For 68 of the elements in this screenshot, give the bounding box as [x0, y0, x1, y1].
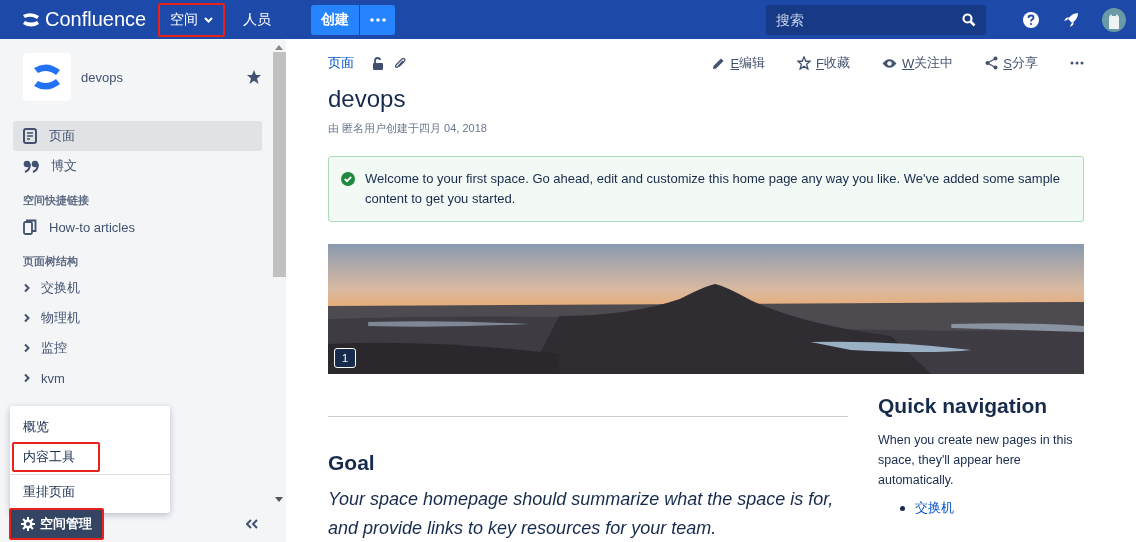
eye-icon: [882, 57, 898, 69]
chevron-icon[interactable]: [23, 313, 31, 323]
search-field[interactable]: 搜索: [766, 4, 986, 35]
page-icon: [23, 128, 37, 144]
tree-label[interactable]: 物理机: [41, 309, 80, 327]
menu-item[interactable]: 概览: [12, 412, 168, 442]
check-icon: [341, 172, 355, 186]
space-logo[interactable]: [23, 53, 71, 101]
logo-icon: [32, 62, 62, 92]
paperclip-icon[interactable]: [394, 56, 406, 70]
gear-icon: [21, 517, 35, 531]
menu-item[interactable]: 内容工具: [12, 442, 100, 472]
tree-label[interactable]: 监控: [41, 339, 67, 357]
share-link[interactable]: S分享: [985, 54, 1038, 72]
section-heading: Goal: [328, 451, 376, 475]
notice-text: Welcome to your first space. Go ahead, edit and customize this home page any way you like. We've added some sample content to get you started.: [365, 170, 1061, 208]
search-icon: [962, 12, 976, 27]
tree-item[interactable]: 交换机: [13, 273, 262, 303]
watch-link[interactable]: W关注中: [882, 54, 954, 72]
tree-item[interactable]: 监控: [13, 333, 262, 363]
space-name[interactable]: devops: [81, 69, 236, 85]
scroll-up-icon[interactable]: [275, 45, 283, 50]
nav-menu[interactable]: 空间: [158, 2, 226, 37]
scroll-down-icon[interactable]: [275, 497, 283, 502]
breadcrumb-link[interactable]: 页面: [328, 54, 354, 72]
shortcut-link[interactable]: How-to articles: [13, 212, 262, 242]
sidebar-item[interactable]: 博文: [13, 151, 262, 181]
star-link[interactable]: F收藏: [797, 54, 851, 72]
star-icon: [797, 56, 812, 70]
section-heading: Quick navigation: [878, 394, 1049, 418]
share-icon: [985, 56, 999, 70]
byline: 由 匿名用户创建于四月 04, 2018: [328, 121, 488, 136]
tree-item[interactable]: 物理机: [13, 303, 262, 333]
nav-menu[interactable]: 人员: [231, 2, 284, 37]
rocket-icon[interactable]: [1062, 10, 1080, 29]
quote-icon: [23, 159, 39, 173]
bullet-icon: [900, 506, 905, 512]
comment-badge[interactable]: 1: [334, 348, 356, 368]
star-icon[interactable]: [246, 69, 262, 85]
logo-icon: [22, 11, 40, 28]
logo-text: Confluence: [45, 8, 147, 31]
goal-text: Your space homepage should summarize what the space is for, and provide links to key resources for your team.: [328, 488, 835, 540]
tree-item[interactable]: kvm: [13, 363, 262, 393]
collapse-icon[interactable]: [246, 519, 258, 529]
chevron-icon[interactable]: [23, 373, 31, 383]
sidebar-item[interactable]: 页面: [13, 121, 262, 151]
more-icon: [369, 17, 386, 22]
section-title: 页面树结构: [23, 254, 79, 269]
section-title: 空间快捷链接: [23, 193, 90, 208]
avatar-icon[interactable]: [1102, 7, 1126, 32]
page-link[interactable]: 交换机: [915, 501, 954, 515]
tree-label[interactable]: kvm: [41, 370, 65, 386]
chevron-icon[interactable]: [23, 283, 31, 293]
confluence-logo[interactable]: Confluence: [22, 8, 147, 31]
space-admin-button[interactable]: 空间管理: [9, 508, 104, 540]
copy-icon: [23, 219, 37, 235]
pencil-icon: [712, 56, 726, 70]
chevron-icon[interactable]: [23, 343, 31, 353]
edit-link[interactable]: E编辑: [712, 54, 766, 72]
create-button[interactable]: 创建: [311, 4, 360, 35]
help-icon[interactable]: [1022, 10, 1040, 29]
tree-label[interactable]: 交换机: [41, 279, 80, 297]
menu-item[interactable]: 重排页面: [12, 477, 168, 507]
quick-nav-text: When you create new pages in this space, they'll appear here automatically.: [878, 432, 1074, 489]
more-button[interactable]: [360, 4, 396, 35]
page-title: devops: [328, 85, 407, 113]
more-icon[interactable]: [1070, 61, 1084, 65]
unlock-icon[interactable]: [372, 56, 384, 70]
